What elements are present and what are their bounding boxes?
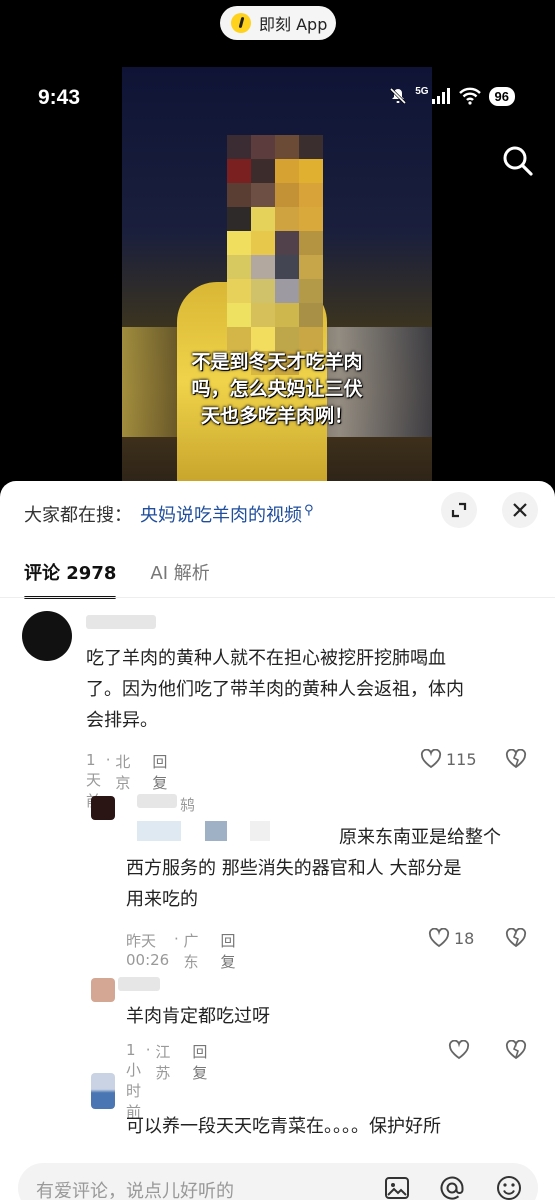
avatar[interactable] (91, 978, 115, 1002)
broken-heart-icon[interactable] (505, 928, 527, 948)
battery-badge: 96 (488, 86, 515, 106)
trending-search-row: 大家都在搜： 央妈说吃羊肉的视频 ⚲ (24, 501, 314, 527)
emoji-icon[interactable] (496, 1175, 522, 1200)
reply-button[interactable]: 回复 (192, 1041, 207, 1122)
comment-location: 广东 (183, 932, 199, 971)
trending-search-prefix: 大家都在搜： (24, 505, 132, 526)
broken-heart-icon[interactable] (505, 749, 527, 769)
comment-time: 1小时前 (126, 1041, 142, 1121)
comment-line: 原来东南亚是给整个 (339, 827, 501, 848)
video-player[interactable]: 不是到冬天才吃羊肉 吗，怎么央妈让三伏 天也多吃羊肉咧！ (122, 67, 432, 482)
wifi-icon (458, 87, 481, 105)
jike-logo-icon (231, 13, 251, 33)
comment-input-placeholder: 有爱评论，说点儿好听的 (36, 1181, 234, 1200)
comment-text: 羊肉肯定都吃过呀 (126, 1001, 536, 1032)
reply-button[interactable]: 回复 (221, 930, 236, 972)
comment-input[interactable]: 有爱评论，说点儿好听的 (18, 1163, 538, 1200)
comment-line: 羊肉肯定都吃过呀 (126, 1006, 270, 1027)
signal-icon (431, 88, 450, 104)
comment-line: 西方服务的 那些消失的器官和人 大部分是 (126, 858, 462, 879)
close-icon (513, 503, 527, 517)
comment-line: 吃了羊肉的黄种人就不在担心被挖肝挖肺喝血 (86, 648, 446, 669)
meta-separator: · (141, 1041, 156, 1059)
expand-button[interactable] (441, 492, 477, 528)
tab-comments[interactable]: 评论 2978 (24, 559, 117, 599)
avatar[interactable] (91, 796, 115, 820)
mute-bell-icon (390, 87, 407, 105)
caption-line: 吗，怎么央妈让三伏 (191, 378, 363, 400)
comment-meta: 昨天00:26 · 广东 回复 (126, 930, 236, 972)
comment-text: 原来东南亚是给整个 西方服务的 那些消失的器官和人 大部分是 用来吃的 (126, 822, 536, 915)
trending-search-link[interactable]: 央妈说吃羊肉的视频 (140, 501, 302, 527)
username-blurred (118, 977, 160, 991)
small-search-icon: ⚲ (304, 502, 314, 518)
status-icons: 5G 96 (388, 86, 515, 106)
expand-icon (451, 502, 467, 518)
comment-tabs: 评论 2978 AI 解析 (24, 559, 210, 599)
video-caption: 不是到冬天才吃羊肉 吗，怎么央妈让三伏 天也多吃羊肉咧！ (122, 349, 432, 430)
open-app-label: 即刻 App (259, 15, 328, 34)
comment-line: 可以养一段天天吃青菜在。。。。保护好所 (126, 1116, 441, 1137)
open-app-pill[interactable]: 即刻 App (220, 6, 336, 40)
comment-time: 昨天00:26 (126, 932, 170, 969)
search-icon[interactable] (502, 145, 534, 177)
network-label: 5G (415, 85, 429, 97)
avatar[interactable] (91, 1073, 115, 1109)
avatar[interactable] (22, 611, 72, 661)
comment-line: 用来吃的 (126, 889, 198, 910)
image-icon[interactable] (384, 1175, 410, 1200)
comment-line: 会排异。 (86, 710, 158, 731)
comment-sheet: 大家都在搜： 央妈说吃羊肉的视频 ⚲ 评论 2978 AI 解析 吃了羊肉的黄种… (0, 481, 555, 1200)
comment-line: 了。因为他们吃了带羊肉的黄种人会返祖，体内 (86, 679, 464, 700)
like-count: 115 (446, 749, 477, 769)
heart-icon (428, 928, 450, 948)
tab-ai-analysis[interactable]: AI 解析 (150, 559, 209, 585)
username-blurred (86, 615, 156, 629)
caption-line: 不是到冬天才吃羊肉 (191, 351, 363, 373)
broken-heart-icon[interactable] (505, 1040, 527, 1060)
pixelated-face (227, 135, 323, 375)
username-fragment: 鸫 (180, 796, 196, 814)
comment-text: 吃了羊肉的黄种人就不在担心被挖肝挖肺喝血 了。因为他们吃了带羊肉的黄种人会返祖，… (86, 643, 536, 736)
comment-text: 可以养一段天天吃青菜在。。。。保护好所 (126, 1111, 536, 1142)
meta-separator: · (169, 930, 184, 948)
caption-line: 天也多吃羊肉咧！ (200, 405, 353, 427)
heart-icon (420, 749, 442, 769)
like-button[interactable]: 18 (428, 928, 474, 948)
like-count: 18 (454, 928, 475, 948)
tabs-divider (0, 597, 555, 598)
heart-icon[interactable] (448, 1040, 470, 1060)
comment-location: 北京 (115, 753, 131, 792)
close-button[interactable] (502, 492, 538, 528)
comment-location: 江苏 (155, 1043, 171, 1082)
mention-icon[interactable] (439, 1175, 465, 1200)
status-time: 9:43 (38, 86, 81, 109)
like-button[interactable]: 115 (420, 749, 477, 769)
comment-meta: 1小时前 · 江苏 回复 (126, 1041, 207, 1122)
username-blurred (137, 794, 177, 808)
